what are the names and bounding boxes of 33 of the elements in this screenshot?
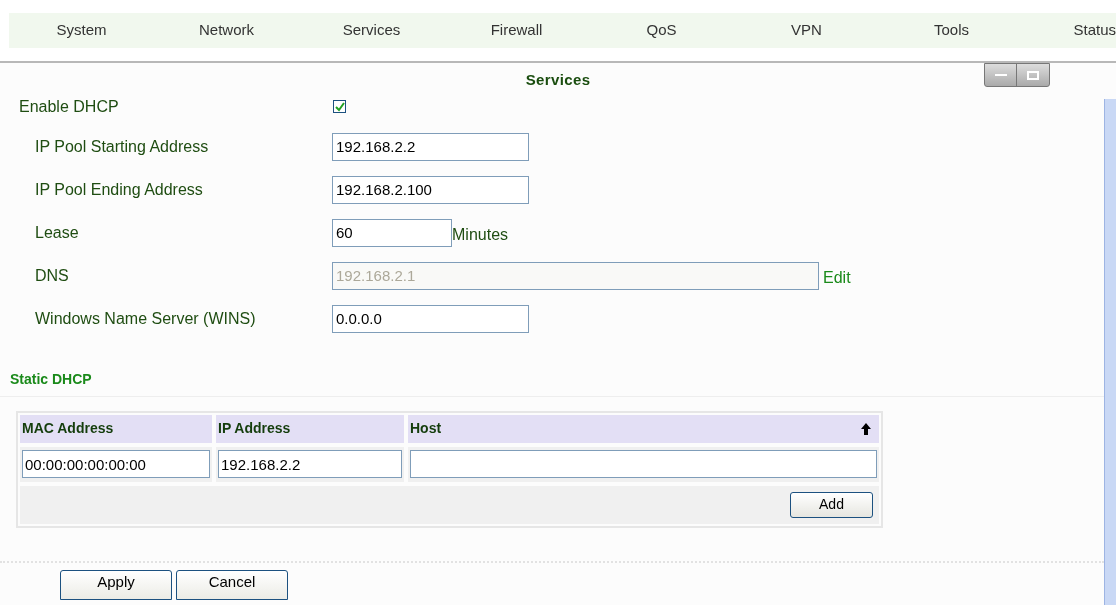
scrollbar[interactable] [1104,99,1116,605]
checkbox[interactable] [333,100,346,113]
field-label: IP Pool Starting Address [35,136,210,157]
form-button[interactable]: Cancel [176,569,288,600]
input-field[interactable]: 00:00:00:00:00:00 [22,450,210,478]
nav-item[interactable]: System [9,19,154,42]
column-header: Host [410,419,442,438]
input-field[interactable]: 192.168.2.2 [218,450,402,478]
field-label: Enable DHCP [19,96,120,117]
unit-label: Minutes [452,224,509,245]
column-header: MAC Address [22,419,114,438]
nav-item[interactable]: Network [154,19,299,42]
panel-title: Services [525,70,591,90]
input-field[interactable]: 0.0.0.0 [332,304,529,333]
field-label: Lease [35,222,80,243]
add-button[interactable]: Add [790,491,873,518]
input-field[interactable]: 192.168.2.2 [332,132,529,161]
column-header: IP Address [218,419,291,438]
field-label: Windows Name Server (WINS) [35,308,257,329]
nav-item[interactable]: Firewall [444,19,589,42]
nav-item[interactable]: Services [299,19,444,42]
input-field[interactable] [410,450,877,478]
nav-item[interactable]: Tools [879,19,1024,42]
sort-arrow-icon[interactable] [861,422,871,435]
nav-item[interactable]: QoS [589,19,734,42]
nav-item[interactable]: Status [1056,19,1116,42]
input-field[interactable]: 192.168.2.100 [332,175,529,204]
form-button[interactable]: Apply [60,569,172,600]
field-label: DNS [35,265,70,286]
section-heading: Static DHCP [10,370,92,387]
nav-item[interactable]: VPN [734,19,879,42]
input-field[interactable]: 60 [332,218,452,247]
field-label: IP Pool Ending Address [35,179,204,200]
